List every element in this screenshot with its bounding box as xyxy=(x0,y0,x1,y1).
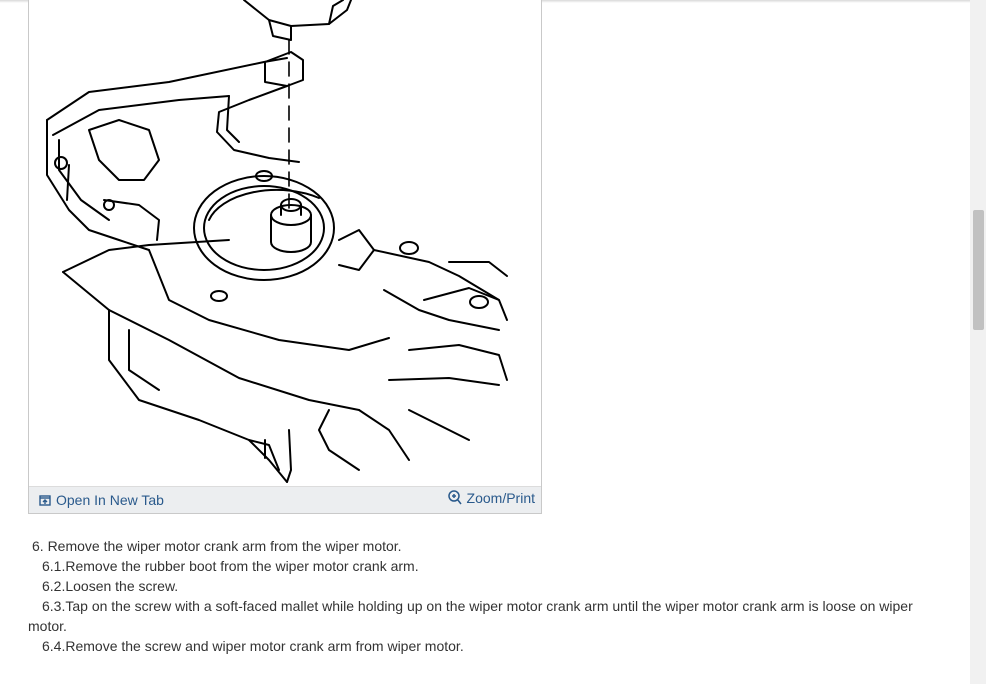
figure-caption-bar: Open In New Tab Zoom/Print xyxy=(29,486,541,513)
diagram-figure: Open In New Tab Zoom/Print xyxy=(28,0,542,514)
wiper-motor-illustration xyxy=(29,0,541,488)
step-6-4: 6.4.Remove the screw and wiper motor cra… xyxy=(42,638,464,654)
open-in-new-tab-link[interactable]: Open In New Tab xyxy=(39,492,164,508)
open-in-new-tab-label: Open In New Tab xyxy=(56,492,164,508)
vertical-scrollbar[interactable] xyxy=(970,0,986,684)
step-6-2: 6.2.Loosen the screw. xyxy=(42,578,179,594)
open-new-tab-icon xyxy=(39,495,51,506)
step-6-1: 6.1.Remove the rubber boot from the wipe… xyxy=(42,558,419,574)
scrollbar-thumb[interactable] xyxy=(973,210,984,330)
step-6: 6. Remove the wiper motor crank arm from… xyxy=(32,538,402,554)
magnifier-plus-icon xyxy=(447,490,462,505)
zoom-print-link[interactable]: Zoom/Print xyxy=(447,490,535,506)
procedure-steps: 6. Remove the wiper motor crank arm from… xyxy=(28,536,948,656)
zoom-print-label: Zoom/Print xyxy=(466,490,535,506)
step-6-3: 6.3.Tap on the screw with a soft-faced m… xyxy=(28,598,913,634)
